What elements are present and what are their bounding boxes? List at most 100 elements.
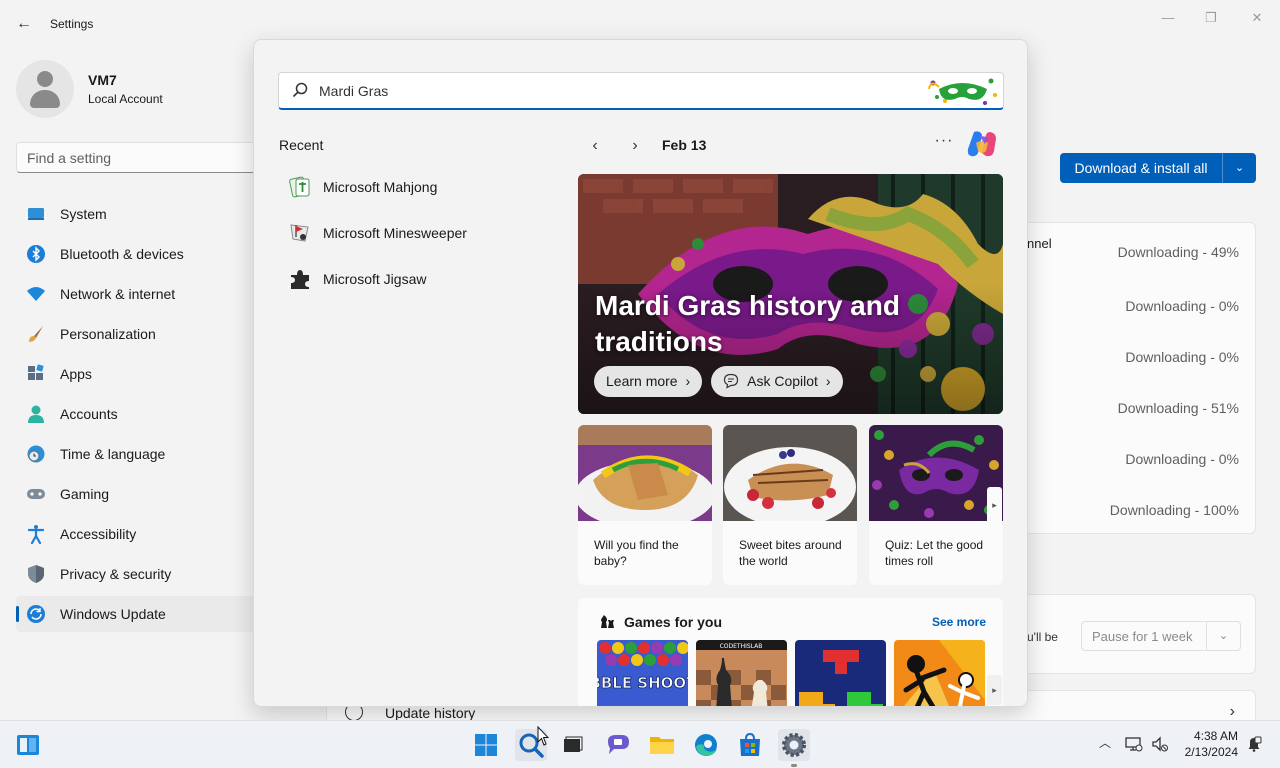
- hero-card[interactable]: Mardi Gras history and traditions Learn …: [578, 174, 1003, 414]
- recent-item-mahjong[interactable]: Microsoft Mahjong: [278, 167, 548, 205]
- edge-browser-button[interactable]: [690, 729, 722, 761]
- network-icon[interactable]: [1125, 735, 1143, 753]
- back-button[interactable]: ←: [14, 14, 34, 34]
- pause-duration-value: Pause for 1 week: [1092, 629, 1193, 644]
- block-puzzle-image: [795, 640, 886, 706]
- avatar[interactable]: [16, 60, 74, 118]
- update-status: Downloading - 0%: [1125, 298, 1239, 314]
- sidebar-item-personalization[interactable]: Personalization: [16, 316, 256, 352]
- current-date: Feb 13: [662, 137, 707, 153]
- pause-updates-row: u'll be Pause for 1 week ⌄: [1000, 594, 1256, 674]
- chevron-down-icon: ⌄: [1234, 162, 1245, 174]
- pause-duration-select[interactable]: Pause for 1 week ⌄: [1081, 621, 1241, 651]
- chevron-down-icon: ⌄: [1206, 622, 1240, 650]
- download-install-all-button[interactable]: Download & install all: [1060, 153, 1222, 183]
- clock-time[interactable]: 4:38 AM: [1180, 729, 1238, 743]
- profile-name: VM7: [88, 72, 117, 88]
- chat-icon: [608, 735, 629, 754]
- mouse-cursor-icon: [537, 726, 549, 746]
- task-view-button[interactable]: [556, 729, 588, 761]
- recent-item-minesweeper[interactable]: Microsoft Minesweeper: [278, 213, 548, 251]
- download-options-dropdown[interactable]: ⌄: [1222, 153, 1256, 183]
- mardi-gras-mask-icon: [928, 78, 997, 105]
- story-card[interactable]: Will you find the baby?: [578, 425, 712, 585]
- recent-item-label: Microsoft Minesweeper: [323, 225, 467, 241]
- recent-heading: Recent: [279, 137, 324, 153]
- taskbar: [0, 720, 1280, 768]
- cards-scroll-right-button[interactable]: ▸: [987, 487, 1002, 524]
- sidebar-item-privacy[interactable]: Privacy & security: [16, 556, 256, 592]
- ask-copilot-label: Ask Copilot: [747, 373, 818, 389]
- sidebar-item-label: Gaming: [60, 486, 110, 502]
- story-card[interactable]: Quiz: Let the good times roll: [869, 425, 1003, 585]
- settings-app-button[interactable]: [778, 729, 810, 767]
- game-tile-chess[interactable]: CODETHISLAB: [696, 640, 787, 706]
- microsoft-store-button[interactable]: [734, 729, 766, 761]
- task-view-icon: [564, 736, 583, 752]
- sidebar-item-label: Windows Update: [60, 606, 166, 622]
- chess-pieces-icon: [601, 615, 614, 628]
- see-more-link[interactable]: See more: [932, 615, 986, 629]
- bluetooth-icon: [27, 245, 45, 263]
- sidebar-item-label: Accounts: [60, 406, 118, 422]
- maximize-button[interactable]: ❐: [1195, 8, 1227, 28]
- svg-text:CODETHISLAB: CODETHISLAB: [720, 643, 763, 650]
- show-hidden-icons-button[interactable]: ︿: [1099, 734, 1111, 751]
- recent-item-label: Microsoft Mahjong: [323, 179, 438, 195]
- story-card-title: Will you find the baby?: [594, 538, 679, 568]
- file-explorer-button[interactable]: [646, 729, 678, 761]
- teams-chat-button[interactable]: [602, 729, 634, 761]
- sidebar-item-gaming[interactable]: Gaming: [16, 476, 256, 512]
- story-card[interactable]: Sweet bites around the world: [723, 425, 857, 585]
- sidebar-item-network[interactable]: Network & internet: [16, 276, 256, 312]
- game-tile-bubble-shooter[interactable]: BUBBLE SHOOTER: [597, 640, 688, 706]
- sidebar-item-system[interactable]: System: [16, 196, 256, 232]
- controller-icon: [27, 489, 45, 499]
- chevron-right-icon: ›: [685, 373, 691, 389]
- previous-day-button[interactable]: ‹: [585, 136, 605, 156]
- sidebar-item-label: Apps: [60, 366, 92, 382]
- game-tile-stickman[interactable]: [894, 640, 985, 706]
- brush-icon: [29, 326, 43, 342]
- recent-item-jigsaw[interactable]: Microsoft Jigsaw: [278, 259, 548, 297]
- mask-beads-image: [869, 425, 1003, 521]
- sidebar-item-accounts[interactable]: Accounts: [16, 396, 256, 432]
- system-icon: [28, 208, 44, 220]
- game-tile-blocks[interactable]: [795, 640, 886, 706]
- sidebar-item-windows-update[interactable]: Windows Update: [16, 596, 256, 632]
- sidebar-item-label: Personalization: [60, 326, 156, 342]
- notification-bell-icon[interactable]: [1246, 736, 1262, 752]
- games-scroll-right-button[interactable]: ▸: [987, 675, 1002, 705]
- ask-copilot-button[interactable]: Ask Copilot ›: [711, 366, 843, 397]
- volume-muted-icon[interactable]: [1151, 735, 1169, 753]
- window-title: Settings: [50, 17, 94, 31]
- learn-more-button[interactable]: Learn more ›: [594, 366, 703, 397]
- clock-date[interactable]: 2/13/2024: [1180, 745, 1238, 759]
- sidebar-item-apps[interactable]: Apps: [16, 356, 256, 392]
- start-button[interactable]: [470, 729, 502, 761]
- search-input[interactable]: Mardi Gras: [278, 72, 1004, 110]
- more-options-button[interactable]: ···: [934, 132, 954, 152]
- sidebar-item-bluetooth[interactable]: Bluetooth & devices: [16, 236, 256, 272]
- sidebar-item-time-language[interactable]: Time & language: [16, 436, 256, 472]
- update-status: Downloading - 51%: [1117, 400, 1239, 416]
- windows-logo-icon: [475, 734, 497, 756]
- close-button[interactable]: ✕: [1241, 8, 1273, 28]
- copilot-icon[interactable]: [966, 129, 998, 159]
- minimize-button[interactable]: —: [1152, 8, 1184, 28]
- update-status: Downloading - 0%: [1125, 451, 1239, 467]
- running-indicator: [791, 764, 797, 767]
- sidebar-item-accessibility[interactable]: Accessibility: [16, 516, 256, 552]
- hero-title: Mardi Gras history and traditions: [595, 290, 900, 357]
- widgets-icon[interactable]: [16, 734, 40, 756]
- games-section: Games for you See more BUBBLE SHOOTER CO…: [578, 598, 1003, 706]
- find-setting-input[interactable]: Find a setting: [16, 142, 256, 173]
- search-icon: [292, 82, 308, 98]
- minesweeper-icon: [290, 224, 309, 242]
- sidebar-item-label: Network & internet: [60, 286, 176, 302]
- king-cake-image: [578, 425, 712, 521]
- next-day-button[interactable]: ›: [625, 136, 645, 156]
- accessibility-icon: [27, 525, 45, 544]
- chat-bubble-icon: [723, 373, 739, 389]
- gear-icon: [782, 733, 806, 757]
